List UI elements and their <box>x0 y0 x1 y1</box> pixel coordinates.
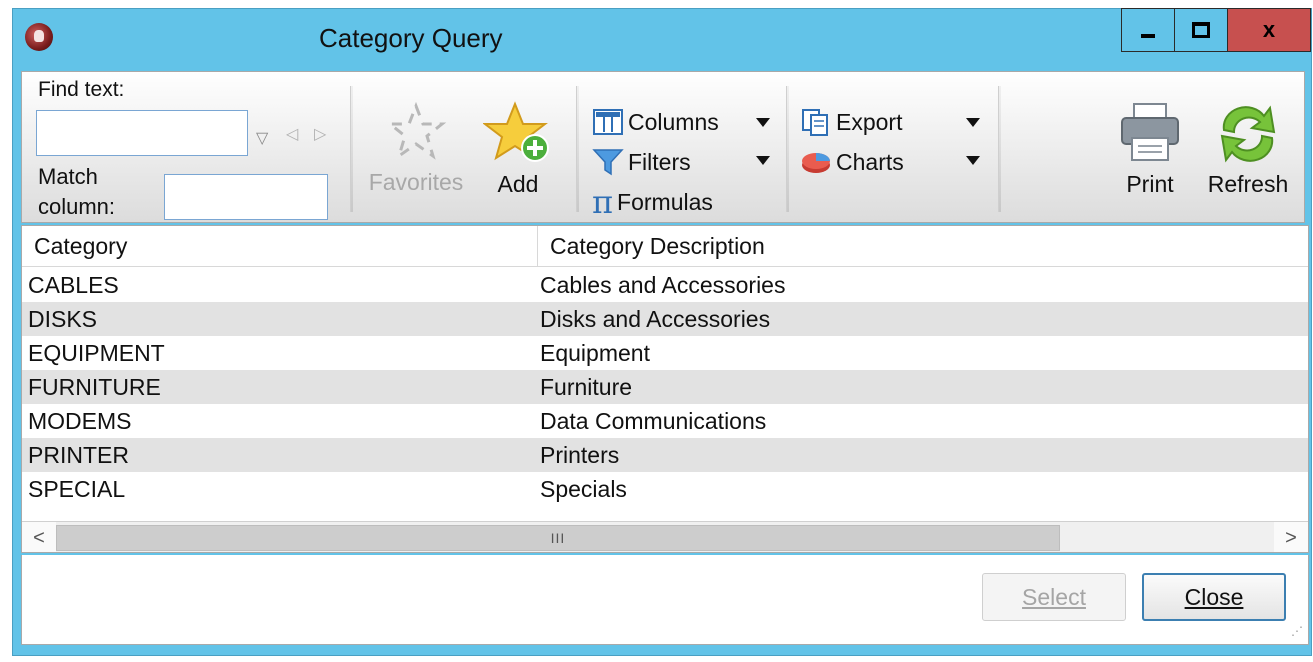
add-favorite-button[interactable]: Add <box>480 100 556 198</box>
cell-category: DISKS <box>28 306 98 332</box>
close-window-button[interactable]: x <box>1227 8 1311 52</box>
find-text-input[interactable] <box>36 110 248 156</box>
horizontal-scrollbar[interactable]: < III > <box>22 521 1308 552</box>
select-button[interactable]: Select <box>982 573 1126 621</box>
cell-category: SPECIAL <box>28 476 126 502</box>
export-button[interactable]: Export <box>800 104 902 140</box>
filter-funnel-icon <box>592 149 624 176</box>
dialog-footer: Select Close ⋰ <box>21 555 1309 645</box>
resize-grip-icon[interactable]: ⋰ <box>1291 624 1303 638</box>
printer-icon <box>1121 103 1179 161</box>
scroll-left-arrow-icon[interactable]: < <box>22 522 56 552</box>
refresh-button[interactable]: Refresh <box>1196 100 1300 198</box>
results-grid[interactable]: Category Category Description CABLES Cab… <box>21 225 1309 553</box>
separator <box>998 86 1001 212</box>
table-row[interactable]: SPECIAL Specials <box>22 472 1308 506</box>
formulas-label: Formulas <box>617 188 713 215</box>
cell-description: Furniture <box>540 374 633 400</box>
app-icon[interactable] <box>25 23 53 51</box>
favorites-button[interactable]: Favorites <box>362 100 470 196</box>
window-controls: x <box>1121 8 1311 52</box>
columns-button[interactable]: Columns <box>592 104 719 140</box>
separator <box>350 86 353 212</box>
cell-category: EQUIPMENT <box>28 340 165 366</box>
cell-category: CABLES <box>28 272 119 298</box>
cell-description: Specials <box>540 476 627 502</box>
table-row[interactable]: MODEMS Data Communications <box>22 404 1308 438</box>
add-star-icon <box>482 101 549 162</box>
cell-description: Disks and Accessories <box>540 306 771 332</box>
pi-icon: π <box>592 183 614 221</box>
filters-button[interactable]: Filters <box>592 144 691 180</box>
cell-category: MODEMS <box>28 408 132 434</box>
find-next-icon[interactable]: ▷ <box>314 124 326 144</box>
separator <box>576 86 579 212</box>
match-column-label-line1: Match <box>38 164 98 189</box>
close-label: Close <box>1184 584 1244 610</box>
cell-category: FURNITURE <box>28 374 161 400</box>
scrollbar-thumb[interactable]: III <box>56 525 1060 551</box>
grid-header: Category Category Description <box>22 226 1308 267</box>
minimize-button[interactable] <box>1121 8 1175 52</box>
table-row[interactable]: PRINTER Printers <box>22 438 1308 472</box>
match-column-label-line2: column: <box>38 194 116 219</box>
toolbar-ribbon: Find text: ▽ ◁ ▷ Match column: Favorites… <box>21 71 1305 223</box>
cell-category: PRINTER <box>28 442 129 468</box>
match-column-input[interactable] <box>164 174 328 220</box>
title-bar[interactable]: Category Query x <box>13 8 1311 69</box>
charts-dropdown-icon[interactable] <box>966 156 980 165</box>
add-label: Add <box>497 171 539 197</box>
favorites-label: Favorites <box>368 169 464 195</box>
scroll-right-arrow-icon[interactable]: > <box>1274 522 1308 552</box>
table-row[interactable]: CABLES Cables and Accessories <box>22 268 1308 302</box>
charts-label: Charts <box>836 148 904 175</box>
maximize-button[interactable] <box>1174 8 1228 52</box>
cell-description: Cables and Accessories <box>540 272 786 298</box>
filters-label: Filters <box>628 148 691 175</box>
columns-label: Columns <box>628 108 719 135</box>
print-label: Print <box>1126 171 1174 197</box>
export-label: Export <box>836 108 903 135</box>
column-header-category[interactable]: Category <box>22 226 538 266</box>
separator <box>786 86 789 212</box>
columns-icon <box>593 109 623 135</box>
export-dropdown-icon[interactable] <box>966 118 980 127</box>
minimize-icon <box>1141 34 1155 38</box>
formulas-button[interactable]: π Formulas <box>592 184 713 220</box>
cell-description: Equipment <box>540 340 650 366</box>
find-text-label: Find text: <box>38 78 125 101</box>
category-query-window: Category Query x Find text: ▽ ◁ ▷ Match … <box>12 8 1312 656</box>
refresh-icon <box>1220 105 1276 163</box>
cell-description: Printers <box>540 442 620 468</box>
filters-dropdown-icon[interactable] <box>756 156 770 165</box>
table-row[interactable]: FURNITURE Furniture <box>22 370 1308 404</box>
pie-chart-icon <box>802 153 830 173</box>
print-button[interactable]: Print <box>1112 100 1188 198</box>
refresh-label: Refresh <box>1207 171 1289 197</box>
export-icon <box>802 109 828 136</box>
window-title: Category Query <box>319 23 503 53</box>
columns-dropdown-icon[interactable] <box>756 118 770 127</box>
close-button[interactable]: Close <box>1142 573 1286 621</box>
cell-description: Data Communications <box>540 408 767 434</box>
table-row[interactable]: DISKS Disks and Accessories <box>22 302 1308 336</box>
column-header-category-description[interactable]: Category Description <box>538 226 1238 266</box>
find-previous-icon[interactable]: ◁ <box>286 124 298 144</box>
table-row[interactable]: EQUIPMENT Equipment <box>22 336 1308 370</box>
select-label: Select <box>1022 584 1086 610</box>
maximize-icon <box>1192 22 1210 38</box>
favorites-star-icon <box>385 101 447 160</box>
charts-button[interactable]: Charts <box>800 144 904 180</box>
close-icon: x <box>1262 17 1276 42</box>
find-dropdown-icon[interactable]: ▽ <box>256 128 268 148</box>
